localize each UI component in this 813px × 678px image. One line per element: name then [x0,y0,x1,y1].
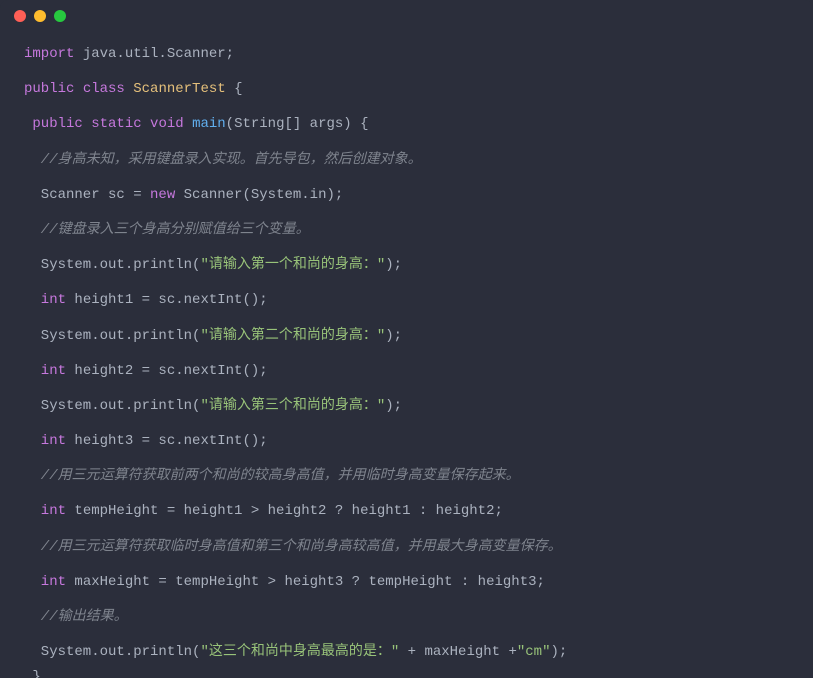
code-text: System.out.println( [24,257,200,273]
minimize-icon[interactable] [34,10,46,22]
code-text: System.out.println( [24,644,200,660]
string-literal: "请输入第一个和尚的身高：" [200,257,385,273]
keyword-int: int [24,292,66,308]
keyword-int: int [24,574,66,590]
string-literal: "请输入第二个和尚的身高：" [200,328,385,344]
keyword-class: class [83,81,125,97]
code-line: int height3 = sc.nextInt(); [24,429,789,454]
code-line: System.out.println("这三个和尚中身高最高的是：" + max… [24,640,789,665]
keyword-int: int [24,363,66,379]
keyword-int: int [24,503,66,519]
comment: //输出结果。 [24,609,128,625]
titlebar [0,0,813,32]
code-text: + maxHeight + [399,644,517,660]
code-line: public static void main(String[] args) { [24,112,789,137]
code-line: System.out.println("请输入第一个和尚的身高："); [24,253,789,278]
keyword-import: import [24,46,74,62]
string-literal: "这三个和尚中身高最高的是：" [200,644,399,660]
punct: ); [550,644,567,660]
code-line: Scanner sc = new Scanner(System.in); [24,183,789,208]
code-line: //用三元运算符获取临时身高值和第三个和尚身高较高值，并用最大身高变量保存。 [24,535,789,560]
code-text: System.out.println( [24,328,200,344]
params: (String[] args) { [226,116,369,132]
code-line: int height2 = sc.nextInt(); [24,359,789,384]
code-line: } [24,665,789,678]
keyword-public: public [24,116,83,132]
code-line: int height1 = sc.nextInt(); [24,288,789,313]
comment: //用三元运算符获取前两个和尚的较高身高值，并用临时身高变量保存起来。 [24,468,520,484]
punct: ); [385,398,402,414]
code-text: Scanner sc = [24,187,150,203]
class-name: ScannerTest [133,81,225,97]
code-line: System.out.println("请输入第三个和尚的身高："); [24,394,789,419]
code-line: //身高未知，采用键盘录入实现。首先导包，然后创建对象。 [24,148,789,173]
code-line: //输出结果。 [24,605,789,630]
code-line: int tempHeight = height1 > height2 ? hei… [24,499,789,524]
punct: ); [385,257,402,273]
code-text: height2 = sc.nextInt(); [66,363,268,379]
code-text: height3 = sc.nextInt(); [66,433,268,449]
keyword-static: static [91,116,141,132]
comment: //用三元运算符获取临时身高值和第三个和尚身高较高值，并用最大身高变量保存。 [24,539,562,555]
code-line: public class ScannerTest { [24,77,789,102]
keyword-void: void [150,116,184,132]
code-text: System.out.println( [24,398,200,414]
code-window: import java.util.Scanner; public class S… [0,0,813,678]
code-text: Scanner(System.in); [175,187,343,203]
code-line: //用三元运算符获取前两个和尚的较高身高值，并用临时身高变量保存起来。 [24,464,789,489]
keyword-public: public [24,81,74,97]
keyword-new: new [150,187,175,203]
code-line: import java.util.Scanner; [24,42,789,67]
keyword-int: int [24,433,66,449]
code-text: tempHeight = height1 > height2 ? height1… [66,503,503,519]
brace: } [24,669,41,678]
brace: { [226,81,243,97]
close-icon[interactable] [14,10,26,22]
method-name: main [192,116,226,132]
code-text: maxHeight = tempHeight > height3 ? tempH… [66,574,545,590]
code-line: int maxHeight = tempHeight > height3 ? t… [24,570,789,595]
string-literal: "请输入第三个和尚的身高：" [200,398,385,414]
code-text: height1 = sc.nextInt(); [66,292,268,308]
code-line: //键盘录入三个身高分别赋值给三个变量。 [24,218,789,243]
maximize-icon[interactable] [54,10,66,22]
package-path: java.util.Scanner; [74,46,234,62]
code-area: import java.util.Scanner; public class S… [0,32,813,678]
code-line: System.out.println("请输入第二个和尚的身高："); [24,324,789,349]
comment: //身高未知，采用键盘录入实现。首先导包，然后创建对象。 [24,152,422,168]
string-literal: "cm" [517,644,551,660]
punct: ); [385,328,402,344]
comment: //键盘录入三个身高分别赋值给三个变量。 [24,222,310,238]
